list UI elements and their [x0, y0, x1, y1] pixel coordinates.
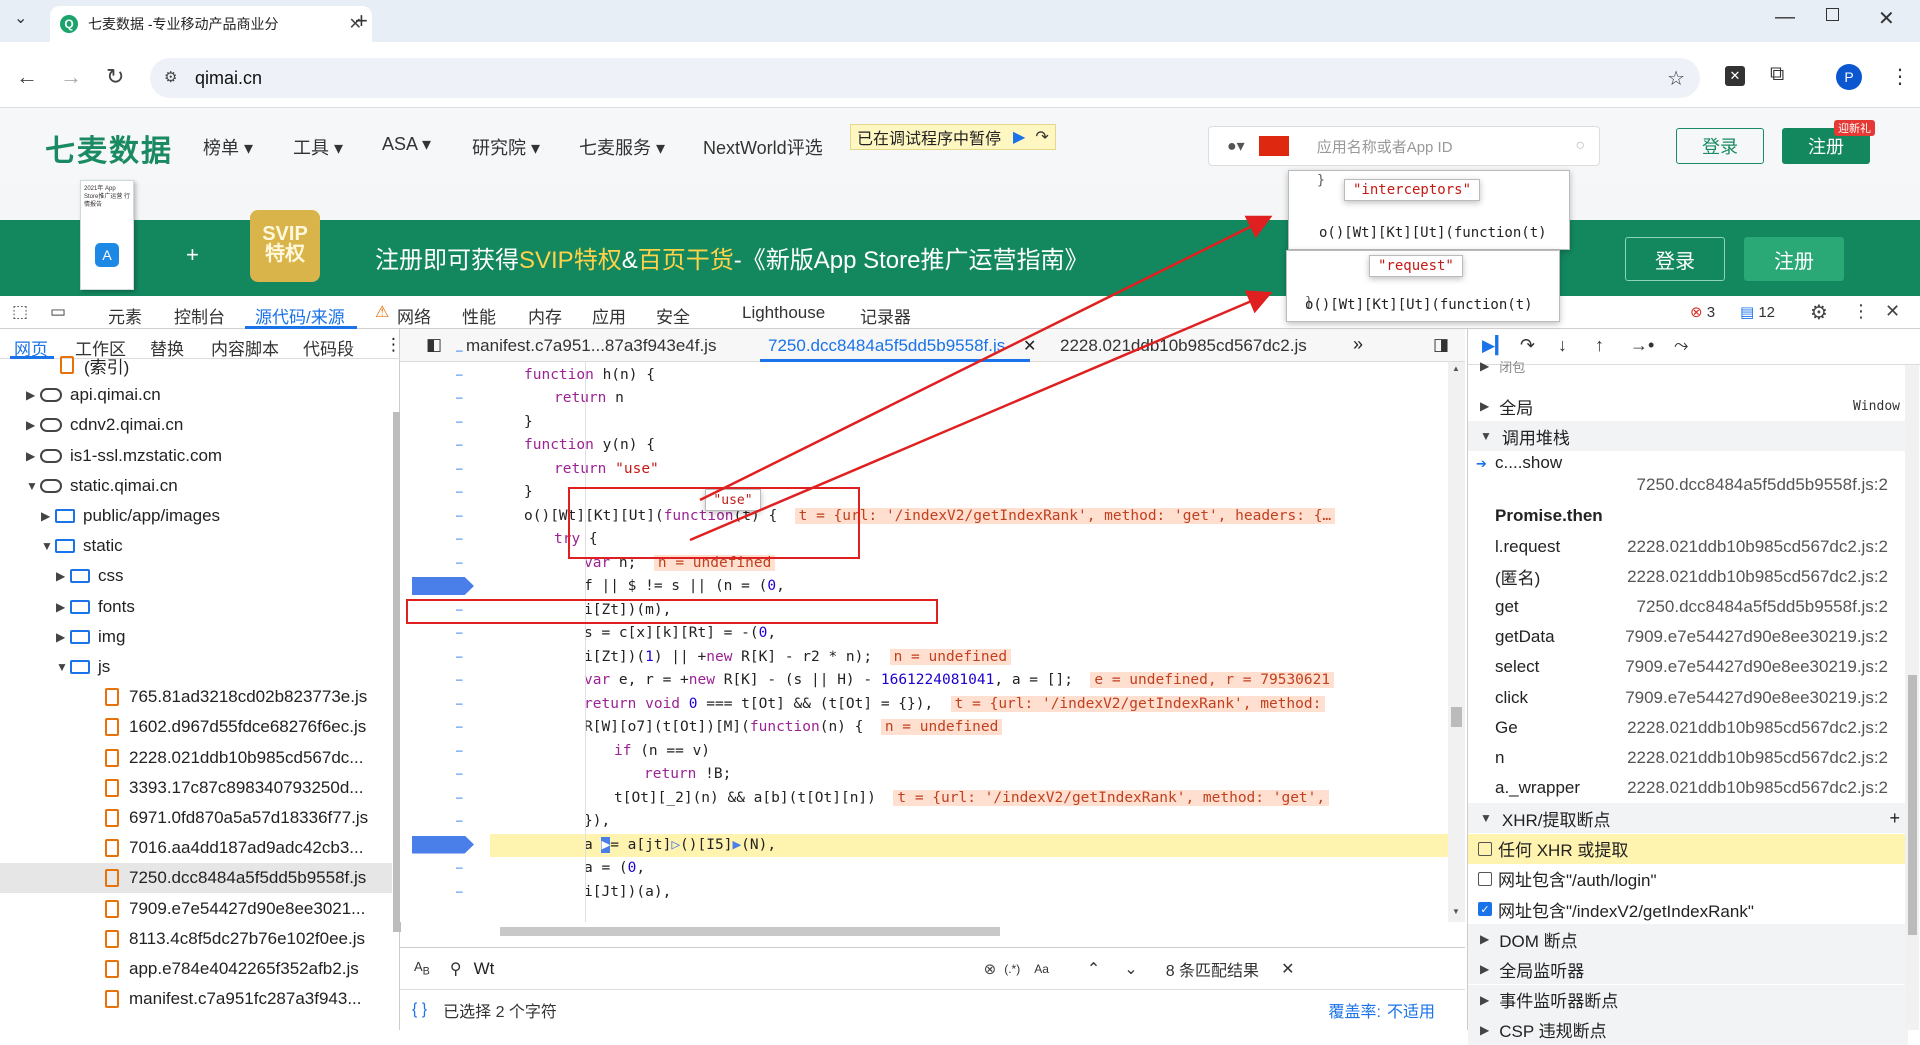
annotation-arrows: [689, 215, 1273, 542]
arrow-to-interceptors: [699, 215, 1273, 502]
arrow-to-request: [689, 290, 1273, 542]
